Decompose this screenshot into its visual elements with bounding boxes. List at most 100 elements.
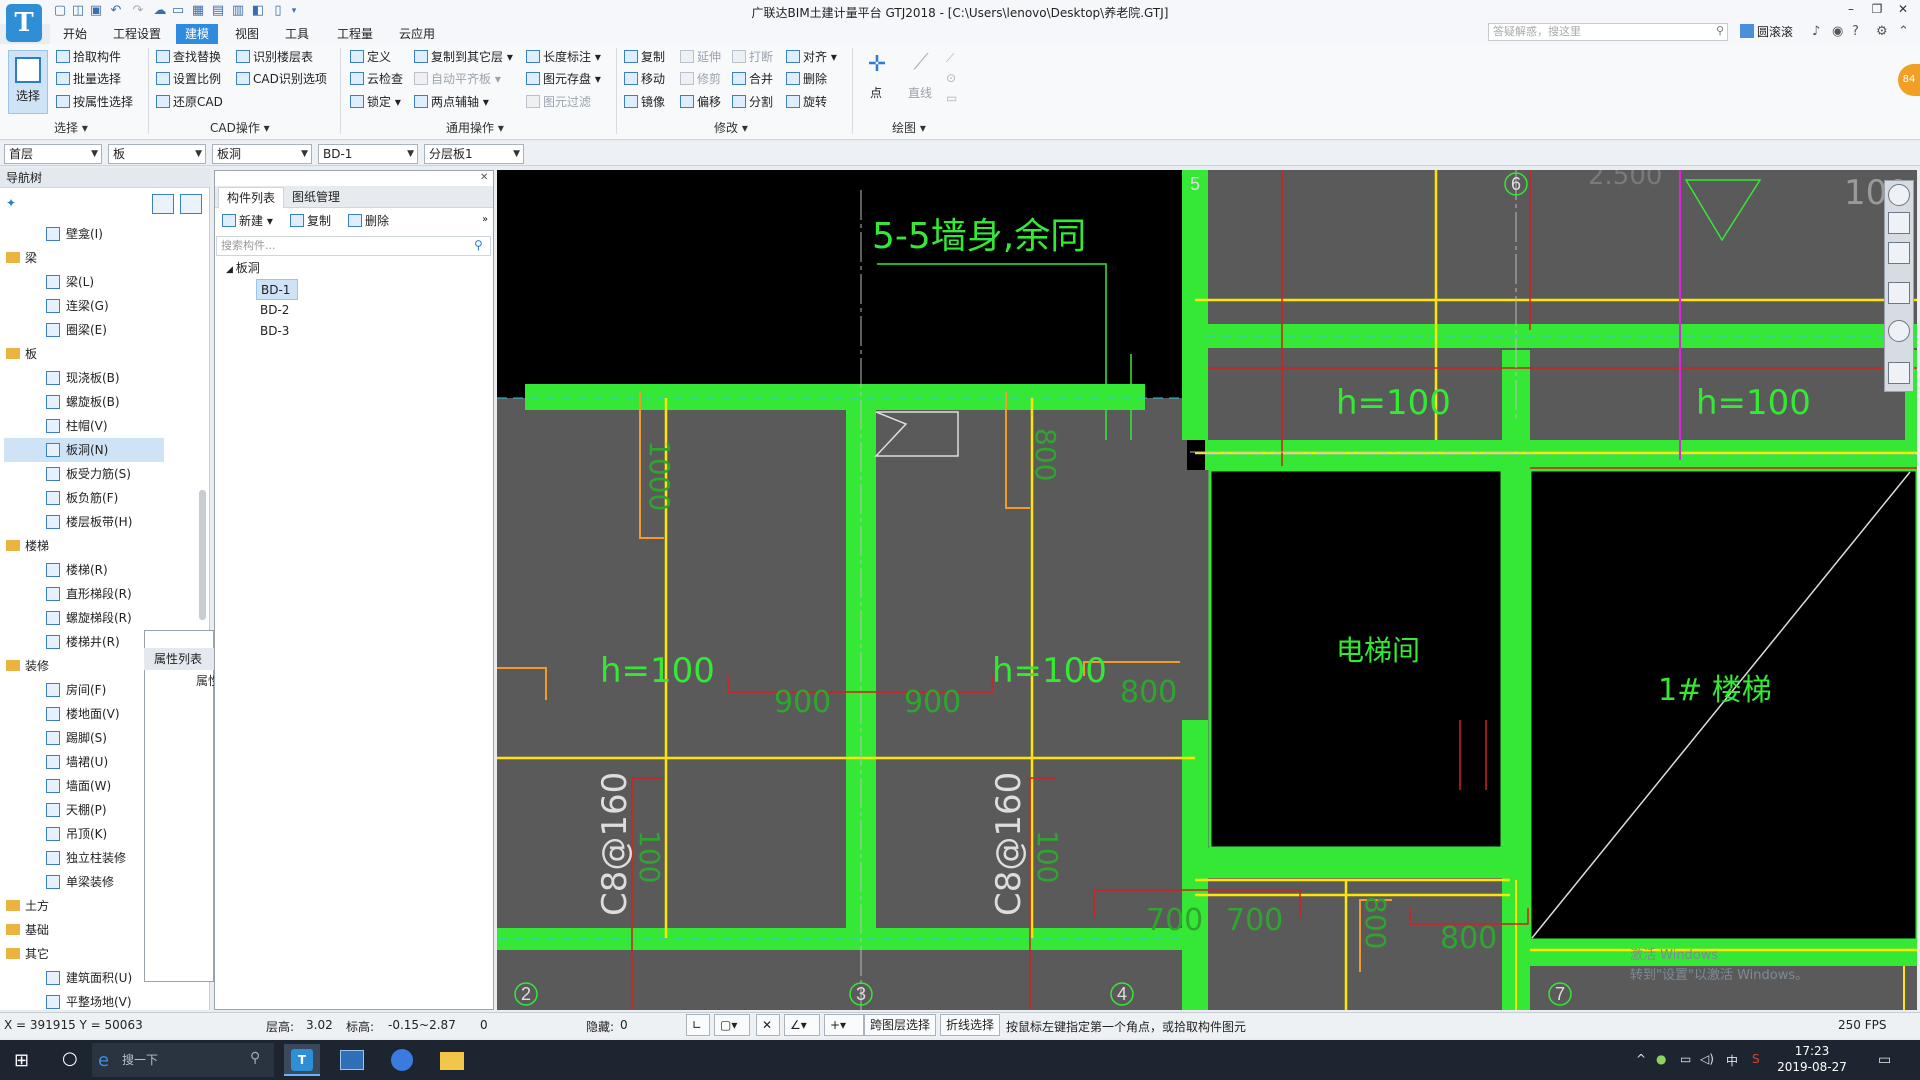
cross-icon[interactable]: ✕: [756, 1014, 780, 1036]
ime-indicator[interactable]: 中: [1726, 1052, 1738, 1069]
split-button[interactable]: 分割: [732, 93, 773, 111]
tray-chevron-icon[interactable]: ^: [1636, 1052, 1646, 1066]
more-icon[interactable]: »: [482, 214, 488, 225]
search-icon[interactable]: ⚲: [474, 238, 483, 252]
angle-icon[interactable]: ∠▾: [784, 1014, 820, 1036]
nav-item[interactable]: 楼梯(R): [4, 558, 200, 582]
draw-point-button[interactable]: 点: [870, 84, 882, 102]
wall[interactable]: [1205, 848, 1505, 878]
select-by-property-button[interactable]: 按属性选择: [56, 93, 133, 111]
file-explorer-icon[interactable]: [434, 1044, 470, 1076]
orbit-icon[interactable]: [1888, 184, 1910, 206]
clock[interactable]: 17:23 2019-08-27: [1772, 1043, 1852, 1075]
top-view-icon[interactable]: [1888, 242, 1910, 264]
dynamic-input-icon[interactable]: +▾: [824, 1014, 864, 1036]
merge-button[interactable]: 合并: [732, 70, 773, 88]
menu-project-settings[interactable]: 工程设置: [104, 24, 170, 44]
restore-cad-button[interactable]: 还原CAD: [156, 93, 223, 111]
snap-icon[interactable]: ▢▾: [714, 1014, 750, 1036]
component-search-input[interactable]: 搜索构件...: [216, 236, 491, 256]
nav-item[interactable]: 板受力筋(S): [4, 462, 200, 486]
wall[interactable]: [1182, 170, 1208, 440]
menu-modeling[interactable]: 建模: [176, 24, 219, 44]
nav-item[interactable]: 螺旋板(B): [4, 390, 200, 414]
nav-item[interactable]: 直形梯段(R): [4, 582, 200, 606]
rotate-view-icon[interactable]: [1888, 320, 1910, 342]
cad-drawing[interactable]: 2 3 4 5 6 7 5-5墙身,余同 h=100 h=100 h=100 h…: [497, 170, 1917, 1010]
nav-item[interactable]: 柱帽(V): [4, 414, 200, 438]
component-select[interactable]: BD-1 ▼: [318, 144, 418, 164]
menu-quantity[interactable]: 工程量: [328, 24, 382, 44]
sogou-ime-icon[interactable]: S: [1752, 1052, 1760, 1066]
type-select[interactable]: 板 ▼: [108, 144, 206, 164]
nav-item[interactable]: 壁龛(I): [4, 222, 200, 246]
3d-view-icon[interactable]: [1888, 212, 1910, 234]
identify-floor-table-button[interactable]: 识别楼层表: [236, 48, 313, 66]
wall[interactable]: [1182, 720, 1208, 1010]
ortho-icon[interactable]: ∟: [686, 1014, 710, 1036]
cad-options-button[interactable]: CAD识别选项: [236, 70, 327, 88]
settings-icon[interactable]: ⚙: [1876, 24, 1888, 39]
menu-tools[interactable]: 工具: [276, 24, 318, 44]
box-view-icon[interactable]: [1888, 282, 1910, 304]
nav-item[interactable]: 楼层板带(H): [4, 510, 200, 534]
define-button[interactable]: 定义: [350, 48, 391, 66]
collapse-ribbon-icon[interactable]: ⌃: [1898, 24, 1909, 39]
tab-component-list[interactable]: 构件列表: [218, 187, 285, 208]
copy-component-button[interactable]: 复制: [290, 212, 331, 230]
align-button[interactable]: 对齐 ▾: [786, 48, 837, 66]
find-replace-button[interactable]: 查找替换: [156, 48, 221, 66]
pin-icon[interactable]: ✦: [6, 196, 16, 210]
component-item[interactable]: BD-3: [260, 321, 289, 342]
cloud-check-button[interactable]: 云检查: [350, 70, 403, 88]
nav-item[interactable]: 现浇板(B): [4, 366, 200, 390]
menu-cloud[interactable]: 云应用: [390, 24, 444, 44]
select-tool-button[interactable]: 选择: [8, 50, 48, 114]
layer-select[interactable]: 分层板1 ▼: [424, 144, 524, 164]
nav-item[interactable]: 梁(L): [4, 270, 200, 294]
gtj-app-icon[interactable]: T: [284, 1044, 320, 1076]
set-scale-button[interactable]: 设置比例: [156, 70, 221, 88]
auto-level-slab-button[interactable]: 自动平齐板 ▾: [414, 70, 501, 88]
close-panel-icon[interactable]: ✕: [480, 172, 488, 183]
slab-area[interactable]: [1205, 170, 1917, 470]
help-search-input[interactable]: 答疑解惑，搜这里: [1488, 23, 1728, 41]
nav-item[interactable]: 连梁(G): [4, 294, 200, 318]
cortana-icon[interactable]: ○: [62, 1048, 78, 1069]
browser-icon[interactable]: e: [98, 1050, 109, 1071]
two-point-axis-button[interactable]: 两点辅轴 ▾: [414, 93, 489, 111]
user-name[interactable]: 圆滚滚: [1740, 23, 1793, 40]
restore-icon[interactable]: ❐: [1866, 2, 1888, 20]
nav-category[interactable]: 梁: [4, 246, 200, 270]
component-item[interactable]: BD-1: [256, 279, 298, 300]
tree-view-icon[interactable]: [180, 194, 202, 214]
polyline-select-button[interactable]: 折线选择: [940, 1014, 1001, 1036]
taskbar-search-input[interactable]: 搜一下: [92, 1043, 274, 1077]
nav-category[interactable]: 楼梯: [4, 534, 200, 558]
extend-button[interactable]: 延伸: [680, 48, 721, 66]
save-elements-button[interactable]: 图元存盘 ▾: [526, 70, 601, 88]
offset-button[interactable]: 偏移: [680, 93, 721, 111]
slab-area[interactable]: [497, 398, 1187, 1010]
length-dimension-button[interactable]: 长度标注 ▾: [526, 48, 601, 66]
help-icon[interactable]: ?: [1852, 24, 1859, 39]
batch-select-button[interactable]: 批量选择: [56, 70, 121, 88]
cad-app-icon[interactable]: [334, 1044, 370, 1076]
break-button[interactable]: 打断: [732, 48, 773, 66]
search-icon[interactable]: ⚲: [250, 1050, 260, 1066]
tray-app-icon[interactable]: ●: [1656, 1052, 1666, 1066]
drawing-canvas[interactable]: 2 3 4 5 6 7 5-5墙身,余同 h=100 h=100 h=100 h…: [497, 170, 1917, 1010]
point-icon[interactable]: ✛: [862, 52, 892, 82]
mirror-button[interactable]: 镜像: [624, 93, 665, 111]
menu-start[interactable]: 开始: [54, 24, 96, 44]
network-icon[interactable]: ▭: [1680, 1052, 1691, 1066]
nav-item[interactable]: 板洞(N): [4, 438, 164, 462]
close-icon[interactable]: ✕: [1892, 2, 1914, 20]
list-view-icon[interactable]: [152, 194, 174, 214]
wall[interactable]: [497, 928, 1187, 950]
tab-drawing-management[interactable]: 图纸管理: [284, 187, 348, 208]
delete-component-button[interactable]: 删除: [348, 212, 389, 230]
layers-icon[interactable]: [1888, 362, 1910, 384]
menu-view[interactable]: 视图: [226, 24, 268, 44]
nav-item[interactable]: 圈梁(E): [4, 318, 200, 342]
